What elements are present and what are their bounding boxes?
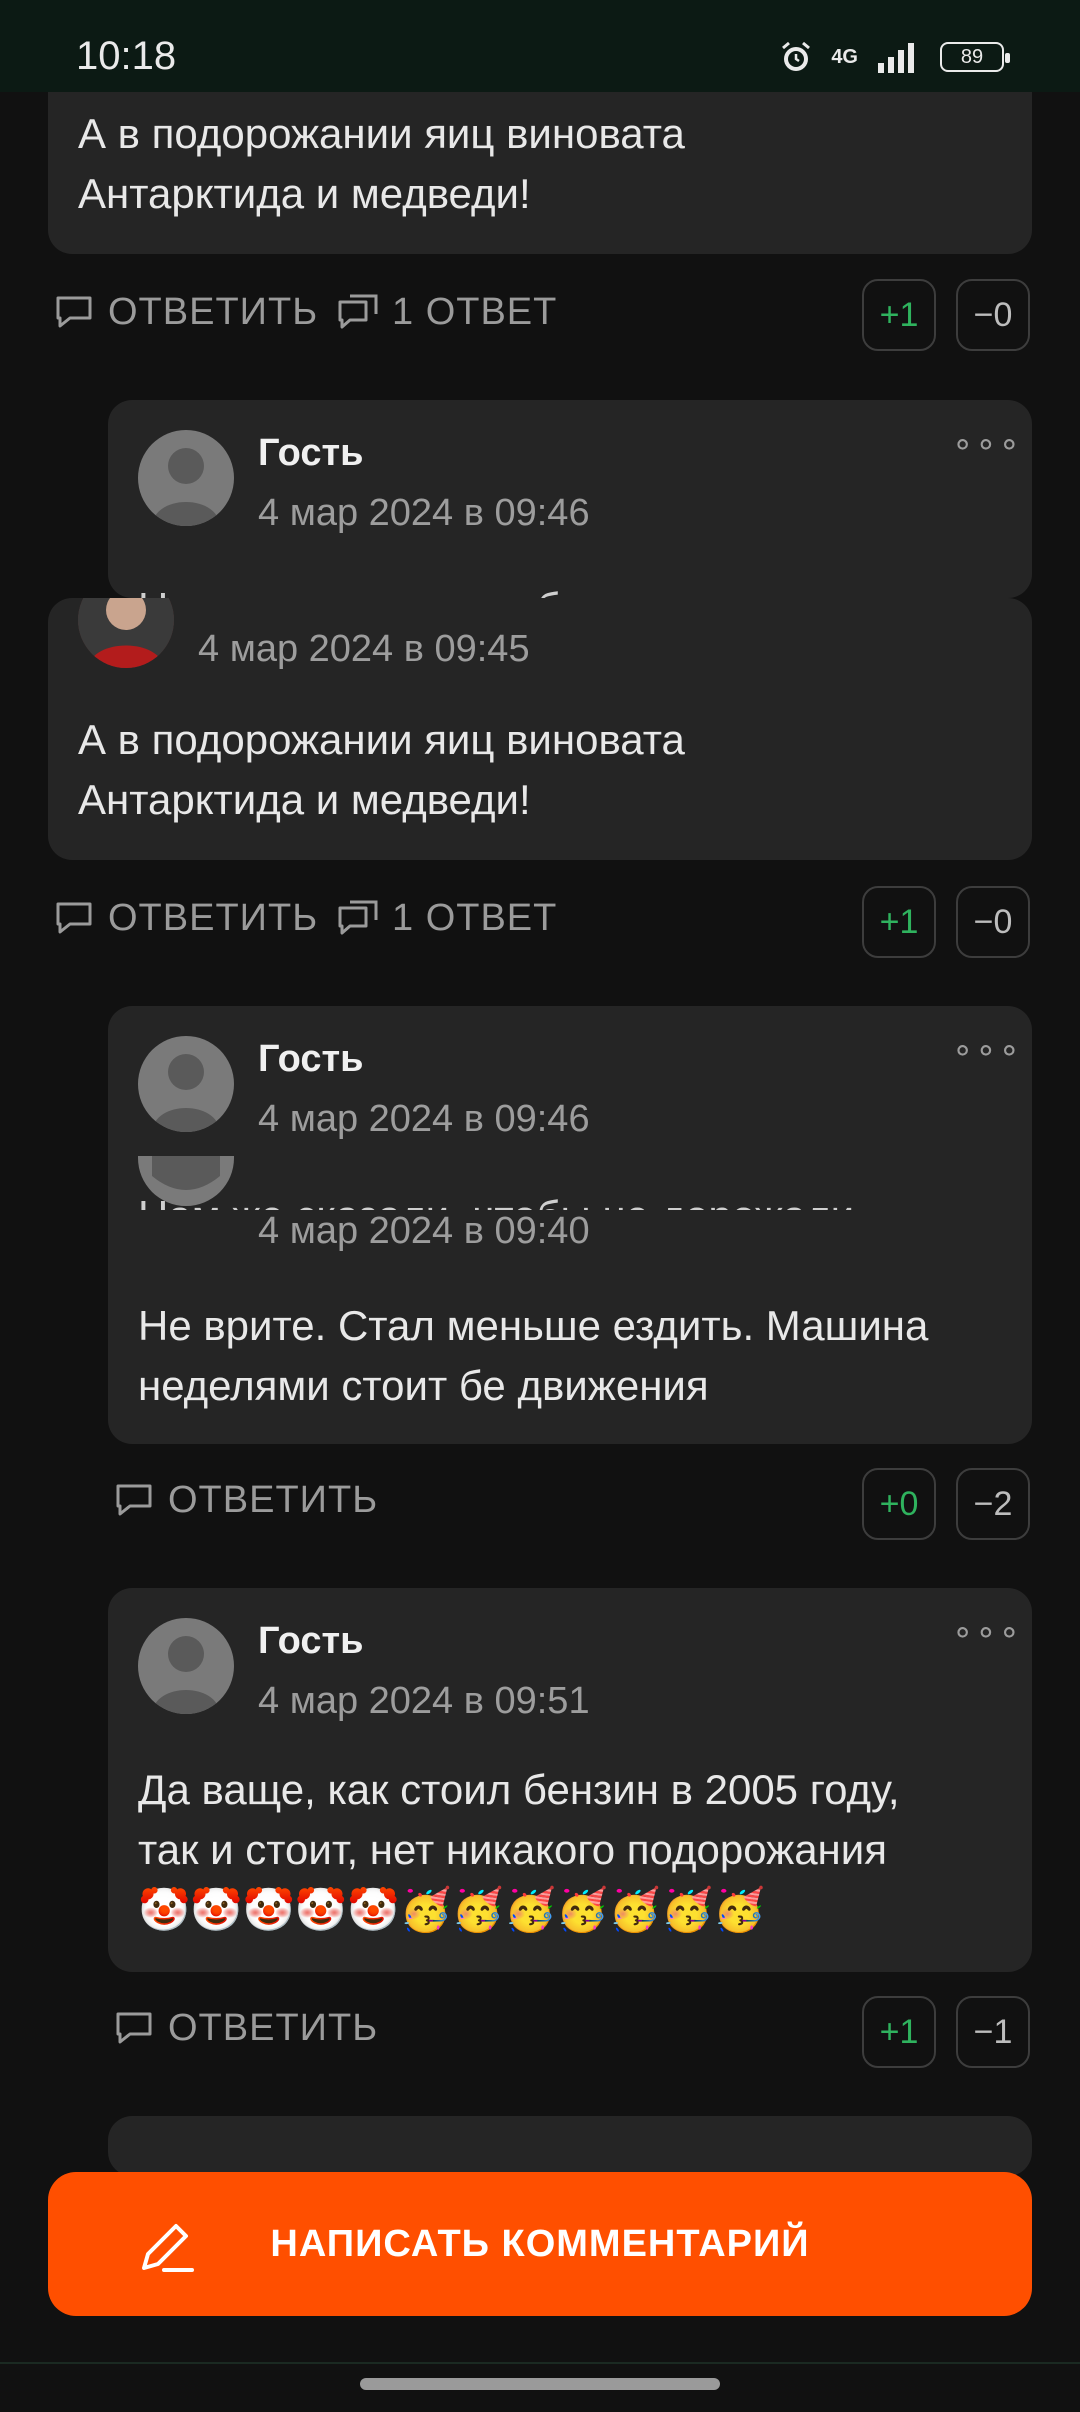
battery-icon: 89: [940, 42, 1010, 72]
comment-text: Да ваще, как стоил бензин в 2005 году, т…: [138, 1766, 900, 1933]
upvote-button[interactable]: +1: [862, 1996, 936, 2068]
reply-card: Гость 4 мар 2024 в 09:51 ∘∘∘ Да ваще, ка…: [108, 1588, 1032, 1972]
comment-date: 4 мар 2024 в 09:40: [258, 1210, 590, 1252]
comments-screen: 10:18 4G 89 А в подорожании яиц виновата: [0, 0, 1080, 2412]
battery-level: 89: [960, 45, 984, 68]
avatar: [78, 598, 174, 668]
downvote-button[interactable]: −0: [956, 886, 1030, 958]
write-comment-label: НАПИСАТЬ КОММЕНТАРИЙ: [270, 2222, 810, 2265]
reply-button[interactable]: ОТВЕТИТЬ: [112, 1478, 378, 1522]
comment-text: Не врите. Стал меньше ездить. Машина нед…: [138, 1302, 929, 1409]
reply-card-peek: [108, 2116, 1032, 2176]
comment-text-cut: Нам же сказали, чтобы не дорожали: [138, 1186, 998, 1210]
user-silhouette-icon: [152, 448, 220, 526]
status-icons: 4G 89: [779, 40, 1010, 74]
more-dots-icon[interactable]: ∘∘∘: [952, 1030, 1022, 1070]
upvote-button[interactable]: +1: [862, 886, 936, 958]
user-silhouette-icon: [152, 1636, 220, 1714]
alarm-icon: [782, 41, 811, 71]
double-bubble-icon: [338, 900, 378, 935]
comment-date: 4 мар 2024 в 09:51: [258, 1680, 590, 1722]
speech-bubble-icon: [116, 2012, 152, 2044]
replies-button[interactable]: 1 ОТВЕТ: [336, 290, 557, 334]
more-dots-icon[interactable]: ∘∘∘: [952, 424, 1022, 464]
avatar: [138, 1618, 234, 1714]
reply-card: Гость 4 мар 2024 в 09:46 ∘∘∘ Нам же сказ…: [108, 400, 1032, 598]
author-name: Гость: [258, 1620, 364, 1662]
home-gesture-handle[interactable]: [360, 2378, 720, 2390]
reply-card: Гость 4 мар 2024 в 09:46 ∘∘∘ Нам же сказ…: [108, 1006, 1032, 1444]
speech-bubble-icon: [116, 1484, 152, 1516]
avatar: [138, 1036, 234, 1132]
more-dots-icon[interactable]: ∘∘∘: [952, 1612, 1022, 1652]
avatar: [138, 430, 234, 526]
comment-card: 4 мар 2024 в 09:45 А в подорожании яиц в…: [48, 598, 1032, 860]
comment-date: 4 мар 2024 в 09:46: [258, 492, 590, 534]
upvote-button[interactable]: +0: [862, 1468, 936, 1540]
upvote-button[interactable]: +1: [862, 279, 936, 351]
downvote-button[interactable]: −1: [956, 1996, 1030, 2068]
author-name: Гость: [258, 1038, 364, 1080]
downvote-button[interactable]: −0: [956, 279, 1030, 351]
pen-icon: [142, 2224, 194, 2272]
status-time: 10:18: [76, 34, 177, 78]
reply-button[interactable]: ОТВЕТИТЬ: [52, 290, 318, 334]
comment-date: 4 мар 2024 в 09:45: [198, 628, 530, 670]
replies-button[interactable]: 1 ОТВЕТ: [336, 896, 557, 940]
write-comment-button[interactable]: НАПИСАТЬ КОММЕНТАРИЙ: [48, 2172, 1032, 2316]
signal-icon: [878, 43, 914, 73]
comment-date: 4 мар 2024 в 09:46: [258, 1098, 590, 1140]
author-name: Гость: [258, 432, 364, 474]
reply-button[interactable]: ОТВЕТИТЬ: [112, 2006, 378, 2050]
network-type: 4G: [831, 45, 858, 68]
reply-button[interactable]: ОТВЕТИТЬ: [52, 896, 318, 940]
comment-text: А в подорожании яиц виновата Антарктида …: [78, 716, 685, 823]
comment-text-cut: Нам же сказали, чтобы не дорожали: [138, 578, 998, 598]
speech-bubble-icon: [56, 296, 92, 328]
user-silhouette-icon: [152, 1054, 220, 1132]
comment-text: А в подорожании яиц виновата Антарктида …: [78, 110, 685, 217]
speech-bubble-icon: [56, 902, 92, 934]
downvote-button[interactable]: −2: [956, 1468, 1030, 1540]
user-photo-icon: [78, 598, 174, 668]
double-bubble-icon: [338, 294, 378, 329]
status-bar: 10:18 4G 89: [0, 0, 1080, 92]
